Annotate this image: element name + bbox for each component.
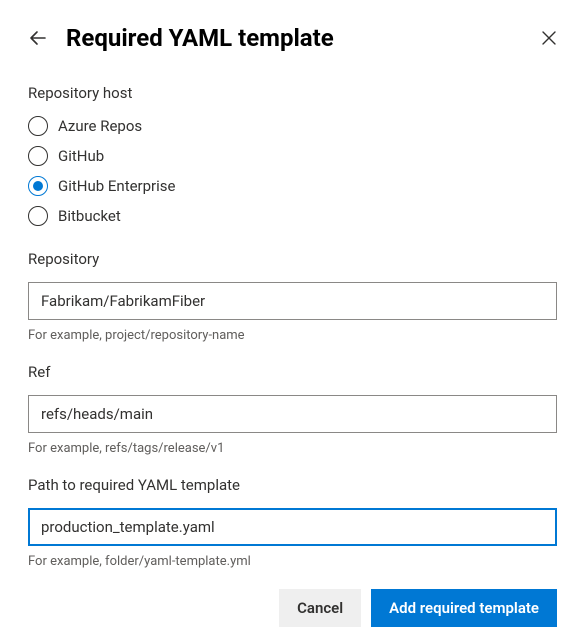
ref-label: Ref xyxy=(28,363,557,381)
radio-icon xyxy=(28,116,48,136)
radio-label: Bitbucket xyxy=(58,207,121,225)
cancel-button[interactable]: Cancel xyxy=(279,589,361,627)
radio-option-github[interactable]: GitHub xyxy=(28,146,557,166)
path-hint: For example, folder/yaml-template.yml xyxy=(28,554,557,569)
add-required-template-button[interactable]: Add required template xyxy=(371,589,557,627)
radio-icon-selected xyxy=(28,176,48,196)
radio-label: GitHub xyxy=(58,147,104,165)
dialog-title: Required YAML template xyxy=(66,24,334,52)
radio-option-azure-repos[interactable]: Azure Repos xyxy=(28,116,557,136)
back-icon[interactable] xyxy=(28,28,48,48)
close-icon[interactable] xyxy=(541,30,557,46)
path-label: Path to required YAML template xyxy=(28,476,557,494)
repository-label: Repository xyxy=(28,250,557,268)
repository-host-label: Repository host xyxy=(28,84,557,102)
radio-option-bitbucket[interactable]: Bitbucket xyxy=(28,206,557,226)
radio-option-github-enterprise[interactable]: GitHub Enterprise xyxy=(28,176,557,196)
repository-input[interactable] xyxy=(28,282,557,320)
path-input[interactable] xyxy=(28,508,557,546)
radio-icon xyxy=(28,206,48,226)
radio-label: GitHub Enterprise xyxy=(58,177,176,195)
ref-hint: For example, refs/tags/release/v1 xyxy=(28,441,557,456)
radio-label: Azure Repos xyxy=(58,117,142,135)
repository-hint: For example, project/repository-name xyxy=(28,328,557,343)
ref-input[interactable] xyxy=(28,395,557,433)
radio-dot-icon xyxy=(33,181,43,191)
repository-host-radio-group: Azure Repos GitHub GitHub Enterprise Bit… xyxy=(28,116,557,226)
radio-icon xyxy=(28,146,48,166)
